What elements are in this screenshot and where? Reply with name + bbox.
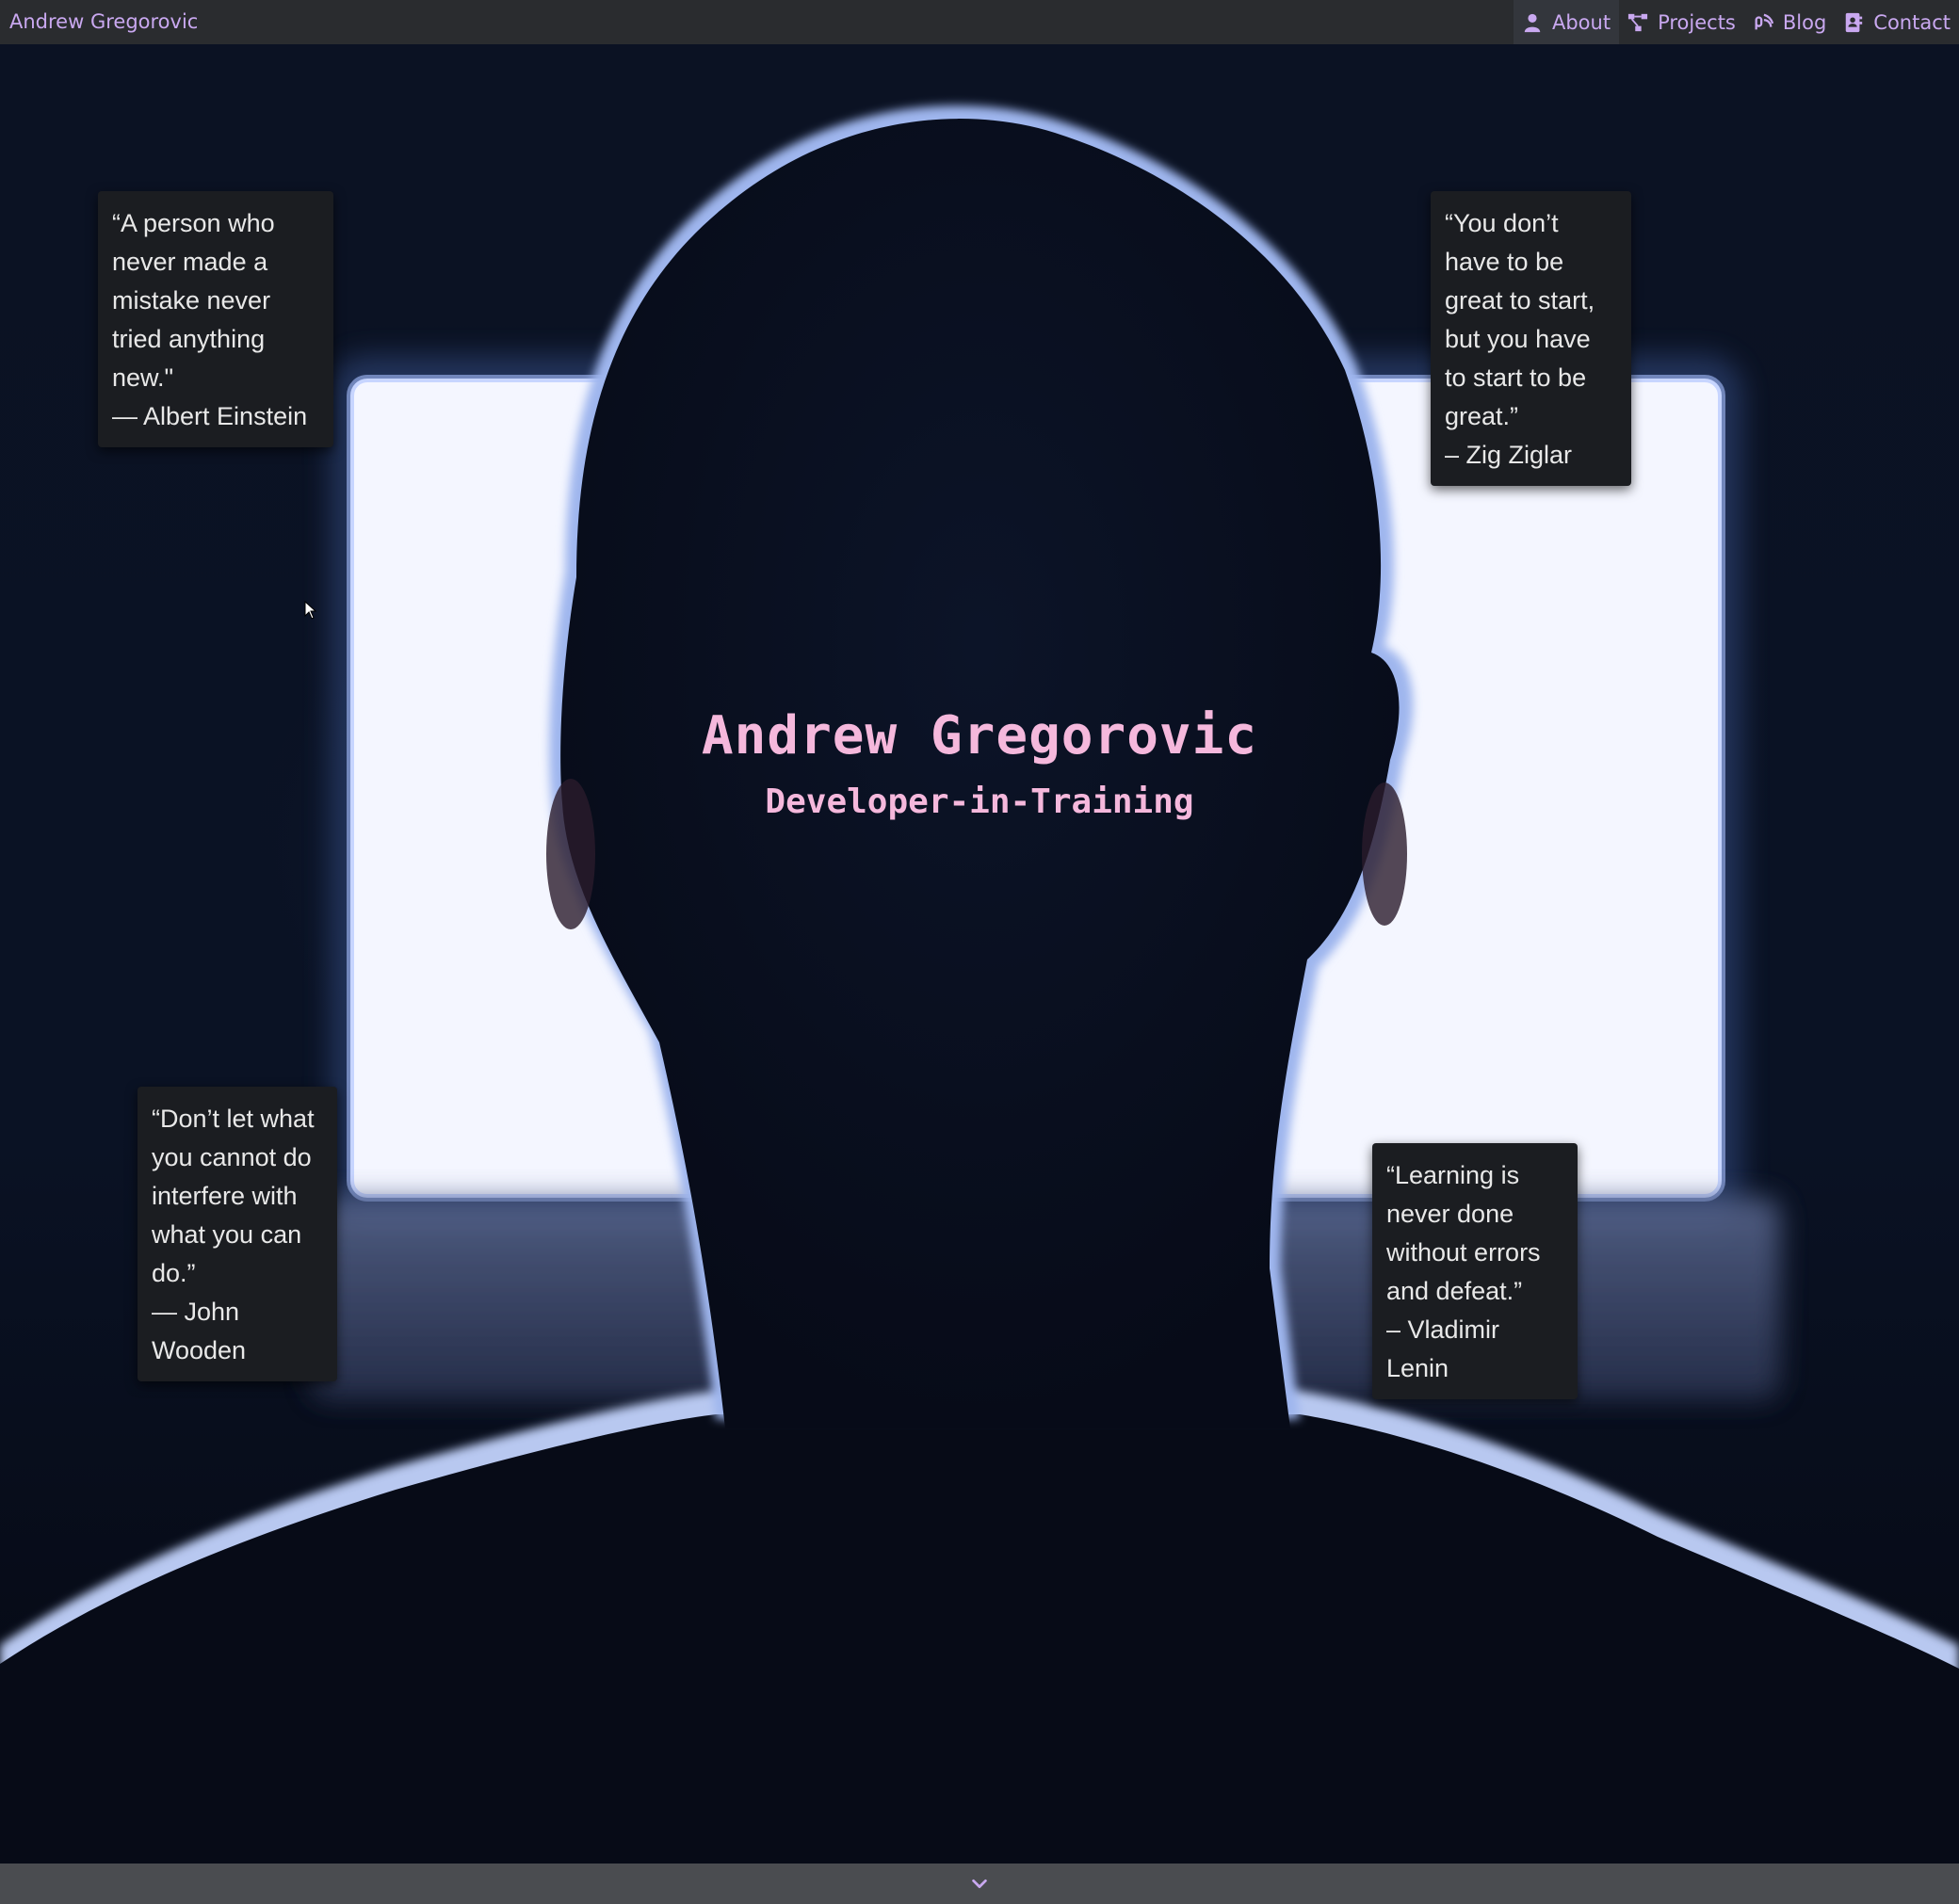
quote-author: — John Wooden bbox=[152, 1298, 247, 1364]
nav-item-label: About bbox=[1551, 10, 1611, 34]
nav-item-label: Blog bbox=[1782, 10, 1827, 34]
nav-item-about[interactable]: About bbox=[1513, 0, 1620, 44]
blog-icon bbox=[1755, 13, 1773, 29]
quote-author: — Albert Einstein bbox=[112, 402, 308, 430]
quote-text: “A person who never made a mistake never… bbox=[112, 209, 275, 392]
nav-item-label: Contact bbox=[1873, 10, 1951, 34]
top-navbar: Andrew Gregorovic About Projects Blog Co… bbox=[0, 0, 1959, 44]
nav-item-label: Projects bbox=[1658, 10, 1736, 34]
nav-item-contact[interactable]: Contact bbox=[1835, 0, 1959, 44]
quote-card-ziglar: “You don’t have to be great to start, bu… bbox=[1431, 191, 1631, 486]
scroll-down-bar[interactable] bbox=[0, 1864, 1959, 1904]
mouse-cursor-icon bbox=[304, 601, 317, 620]
user-icon bbox=[1524, 13, 1541, 32]
quote-author: – Zig Ziglar bbox=[1445, 441, 1573, 469]
hero-subtitle: Developer-in-Training bbox=[765, 783, 1194, 821]
quote-text: “Learning is never done without errors a… bbox=[1386, 1161, 1541, 1305]
brand-link[interactable]: Andrew Gregorovic bbox=[9, 0, 198, 44]
quote-author: – Vladimir Lenin bbox=[1386, 1315, 1500, 1382]
quote-text: “Don’t let what you cannot do interfere … bbox=[152, 1105, 315, 1287]
address-book-icon bbox=[1846, 12, 1863, 32]
nav-item-projects[interactable]: Projects bbox=[1619, 0, 1744, 44]
chevron-down-icon[interactable] bbox=[969, 1874, 990, 1895]
nav-menu: About Projects Blog Contact bbox=[1513, 0, 1959, 44]
hero-title: Andrew Gregorovic bbox=[701, 705, 1258, 766]
quote-text: “You don’t have to be great to start, bu… bbox=[1445, 209, 1595, 430]
quote-card-einstein: “A person who never made a mistake never… bbox=[98, 191, 333, 447]
quote-card-wooden: “Don’t let what you cannot do interfere … bbox=[138, 1087, 337, 1381]
quote-card-lenin: “Learning is never done without errors a… bbox=[1372, 1143, 1578, 1399]
project-diagram-icon bbox=[1627, 13, 1648, 31]
nav-item-blog[interactable]: Blog bbox=[1744, 0, 1835, 44]
